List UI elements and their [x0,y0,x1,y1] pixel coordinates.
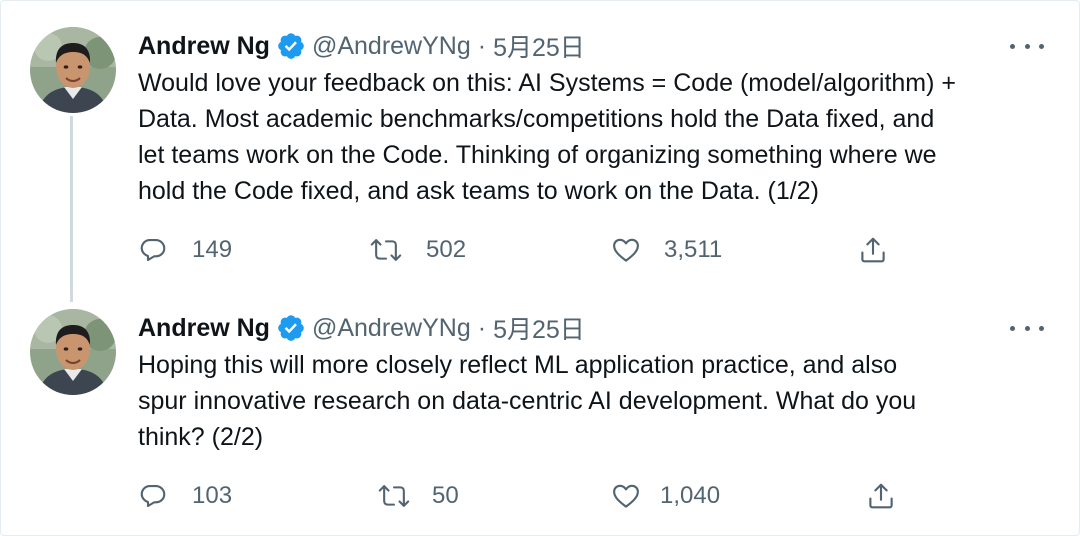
reply-icon [138,235,168,265]
thread-connector-line [70,116,73,302]
more-options-icon[interactable] [1010,39,1044,53]
heart-icon [610,235,642,265]
retweet-button[interactable]: 50 [378,481,610,511]
share-button[interactable] [866,481,896,511]
reply-button[interactable]: 103 [138,481,378,511]
author-handle[interactable]: @AndrewYNg [312,32,471,61]
avatar[interactable] [30,27,116,113]
separator-dot: · [477,31,487,60]
reply-count: 149 [192,236,233,263]
tweet-date[interactable]: 5月25日 [493,28,585,64]
tweet-text-line: spur innovative research on data-centric… [138,387,917,415]
avatar[interactable] [30,309,116,395]
tweet-content: Andrew Ng @AndrewYNg · 5月25日 Hoping this… [138,309,1044,455]
separator-dot: · [477,313,487,342]
like-button[interactable]: 1,040 [610,481,866,511]
share-button[interactable] [858,235,888,265]
retweet-button[interactable]: 502 [370,235,610,265]
reply-icon [138,481,168,511]
retweet-count: 50 [432,482,459,509]
author-name[interactable]: Andrew Ng [138,314,270,343]
verified-badge-icon [276,313,306,343]
reply-count: 103 [192,482,233,509]
tweet-header: Andrew Ng @AndrewYNg · 5月25日 [138,309,1038,347]
tweet-text-line: Hoping this will more closely reflect ML… [138,351,898,379]
tweet-text-line: Data. Most academic benchmarks/competiti… [138,105,935,133]
tweet-header: Andrew Ng @AndrewYNg · 5月25日 [138,27,1038,65]
tweet-text-line: think? (2/2) [138,423,264,451]
like-count: 1,040 [660,482,721,509]
share-icon [858,235,888,265]
share-icon [866,481,896,511]
tweet-text-line: hold the Code fixed, and ask teams to wo… [138,177,819,205]
retweet-icon [370,235,402,265]
author-name[interactable]: Andrew Ng [138,32,270,61]
tweet-actions: 149 502 3,511 [138,232,908,268]
author-handle[interactable]: @AndrewYNg [312,314,471,343]
verified-badge-icon [276,31,306,61]
retweet-count: 502 [426,236,467,263]
tweet-text: Hoping this will more closely reflect ML… [138,347,1038,455]
reply-button[interactable]: 149 [138,235,370,265]
tweet-date[interactable]: 5月25日 [493,310,585,346]
tweet-actions: 103 50 1,040 [138,478,908,514]
tweet-text: Would love your feedback on this: AI Sys… [138,65,1038,209]
heart-icon [610,481,642,511]
tweet-text-line: let teams work on the Code. Thinking of … [138,141,937,169]
like-button[interactable]: 3,511 [610,235,858,265]
retweet-icon [378,481,410,511]
like-count: 3,511 [664,236,723,263]
tweet-content: Andrew Ng @AndrewYNg · 5月25日 Would love … [138,27,1044,209]
tweet-text-line: Would love your feedback on this: AI Sys… [138,69,956,97]
more-options-icon[interactable] [1010,321,1044,335]
